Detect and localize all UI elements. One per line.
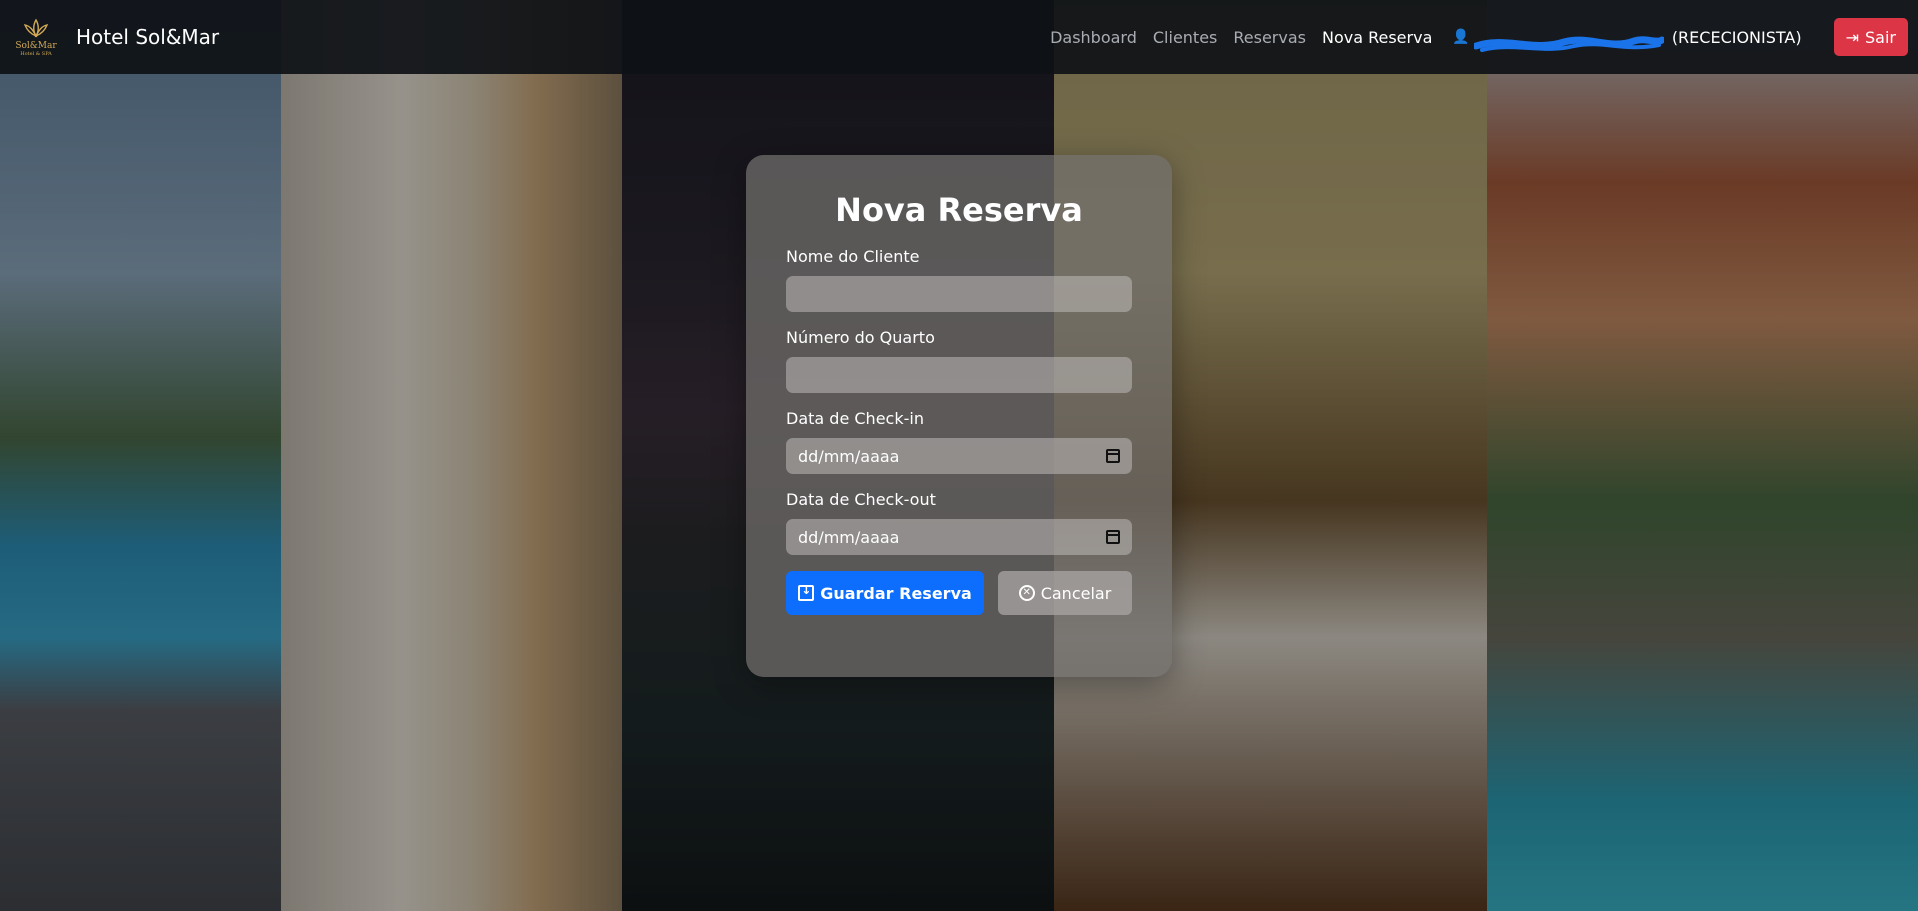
cancel-label: Cancelar xyxy=(1040,583,1112,603)
brand[interactable]: Sol&Mar Hotel & SPA Hotel Sol&Mar xyxy=(10,11,219,63)
logout-button[interactable]: ⇥ Sair xyxy=(1833,18,1908,56)
nav-dashboard[interactable]: Dashboard xyxy=(1050,28,1137,47)
page-title: Nova Reserva xyxy=(835,191,1083,229)
cancel-button[interactable]: ✕ Cancelar xyxy=(998,571,1132,615)
redaction-scribble xyxy=(1474,35,1665,52)
room-number-group: Número do Quarto xyxy=(786,328,1132,393)
checkout-label: Data de Check-out xyxy=(786,490,936,509)
form-actions: Guardar Reserva ✕ Cancelar xyxy=(786,571,1132,615)
save-label: Guardar Reserva xyxy=(820,583,972,603)
logout-label: Sair xyxy=(1865,27,1896,47)
lotus-icon xyxy=(23,18,49,37)
nav-reservas[interactable]: Reservas xyxy=(1233,28,1306,47)
cancel-icon: ✕ xyxy=(1018,585,1035,601)
calendar-icon[interactable] xyxy=(1106,530,1120,544)
logo-text: Sol&Mar xyxy=(15,40,57,51)
calendar-icon[interactable] xyxy=(1106,449,1120,463)
checkin-placeholder: dd/mm/aaaa xyxy=(798,446,900,466)
client-name-label: Nome do Cliente xyxy=(786,247,920,266)
nav-nova-reserva[interactable]: Nova Reserva xyxy=(1322,28,1432,47)
checkout-placeholder: dd/mm/aaaa xyxy=(798,527,900,547)
user-role: (RECECIONISTA) xyxy=(1671,27,1802,47)
room-number-input[interactable] xyxy=(786,357,1132,393)
hotel-logo: Sol&Mar Hotel & SPA xyxy=(10,11,62,63)
checkin-date-input[interactable]: dd/mm/aaaa xyxy=(786,438,1132,474)
logo-subtext: Hotel & SPA xyxy=(20,50,52,57)
nav-links: Dashboard Clientes Reservas Nova Reserva… xyxy=(1050,18,1908,56)
room-number-label: Número do Quarto xyxy=(786,328,935,347)
save-icon xyxy=(798,583,815,601)
navbar: Sol&Mar Hotel & SPA Hotel Sol&Mar Dashbo… xyxy=(0,0,1918,74)
checkout-date-input[interactable]: dd/mm/aaaa xyxy=(786,519,1132,555)
brand-name[interactable]: Hotel Sol&Mar xyxy=(76,25,219,49)
user-icon: 👤 xyxy=(1452,29,1470,45)
checkin-label: Data de Check-in xyxy=(786,409,924,428)
current-user: 👤 (RECECIONISTA) xyxy=(1452,27,1802,52)
save-reservation-button[interactable]: Guardar Reserva xyxy=(786,571,984,615)
checkin-group: Data de Check-in dd/mm/aaaa xyxy=(786,409,1132,474)
logout-icon: ⇥ xyxy=(1845,27,1860,47)
client-name-group: Nome do Cliente xyxy=(786,247,1132,312)
nav-clientes[interactable]: Clientes xyxy=(1153,28,1218,47)
client-name-input[interactable] xyxy=(786,276,1132,312)
checkout-group: Data de Check-out dd/mm/aaaa xyxy=(786,490,1132,555)
nova-reserva-card: Nova Reserva Nome do Cliente Número do Q… xyxy=(746,155,1172,677)
